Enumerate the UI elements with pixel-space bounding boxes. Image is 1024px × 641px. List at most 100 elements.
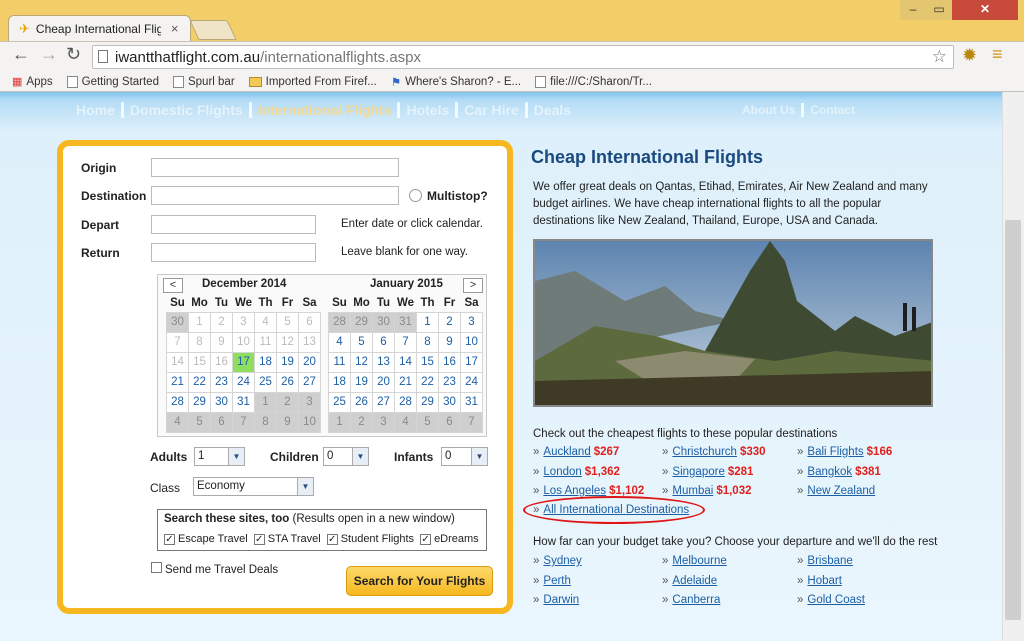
maximize-icon[interactable]: ▭ <box>926 0 952 20</box>
calendar-day[interactable]: 29 <box>416 391 439 413</box>
calendar-day[interactable]: 10 <box>460 331 483 353</box>
destination-link[interactable]: » New Zealand <box>797 485 875 497</box>
calendar-day[interactable]: 9 <box>210 331 233 353</box>
close-window-icon[interactable]: ✕ <box>952 0 1018 20</box>
calendar-day[interactable]: 8 <box>188 331 211 353</box>
calendar-day[interactable]: 16 <box>210 351 233 373</box>
bookmark-wheres-sharon[interactable]: ⚑ Where's Sharon? - E... <box>391 75 521 89</box>
bookmark-apps[interactable]: ▦ Apps <box>12 75 53 89</box>
site-option-edreams[interactable]: ✓ eDreams <box>420 533 479 545</box>
calendar-day[interactable]: 18 <box>328 371 351 393</box>
calendar-day[interactable]: 20 <box>372 371 395 393</box>
calendar-day[interactable]: 15 <box>416 351 439 373</box>
destination-link[interactable]: » Christchurch $330 <box>662 446 766 458</box>
site-option-escape-travel[interactable]: ✓ Escape Travel <box>164 533 248 545</box>
reload-icon[interactable]: ↻ <box>66 44 81 65</box>
calendar-day[interactable]: 24 <box>232 371 255 393</box>
calendar-day[interactable]: 13 <box>372 351 395 373</box>
browser-tab[interactable]: ✈ Cheap International Flight × <box>8 15 191 41</box>
departure-link[interactable]: » Sydney <box>533 555 582 567</box>
destination-link[interactable]: » Mumbai $1,032 <box>662 485 752 497</box>
bookmark-imported[interactable]: Imported From Firef... <box>248 76 377 88</box>
calendar-day[interactable]: 17 <box>460 351 483 373</box>
calendar-day[interactable]: 6 <box>298 311 321 333</box>
calendar-day[interactable]: 19 <box>276 351 299 373</box>
calendar-day[interactable]: 26 <box>276 371 299 393</box>
calendar-day[interactable]: 3 <box>232 311 255 333</box>
nav-home[interactable]: Home <box>70 102 124 118</box>
calendar-day[interactable]: 4 <box>328 331 351 353</box>
calendar-day[interactable]: 22 <box>188 371 211 393</box>
calendar-next-button[interactable]: > <box>463 278 483 293</box>
children-select[interactable]: 0 ▼ <box>323 447 369 466</box>
calendar-day[interactable]: 18 <box>254 351 277 373</box>
calendar-day[interactable]: 3 <box>460 311 483 333</box>
multistop-radio[interactable] <box>409 189 422 202</box>
minimize-icon[interactable]: – <box>900 0 926 20</box>
departure-link[interactable]: » Gold Coast <box>797 594 865 606</box>
calendar-day[interactable]: 17 <box>232 351 255 373</box>
travel-deals-option[interactable]: Send me Travel Deals <box>151 562 278 576</box>
nav-hotels[interactable]: Hotels <box>400 102 459 118</box>
calendar-day[interactable]: 31 <box>232 391 255 413</box>
nav-about-us[interactable]: About Us <box>736 103 805 117</box>
departure-link[interactable]: » Adelaide <box>662 575 717 587</box>
calendar-day[interactable]: 4 <box>254 311 277 333</box>
calendar-day[interactable]: 13 <box>298 331 321 353</box>
calendar-day[interactable]: 28 <box>166 391 189 413</box>
forward-arrow-icon[interactable]: → <box>40 44 58 65</box>
calendar-day[interactable]: 1 <box>188 311 211 333</box>
calendar-day[interactable]: 14 <box>394 351 417 373</box>
nav-domestic-flights[interactable]: Domestic Flights <box>124 102 252 118</box>
calendar-day[interactable]: 21 <box>166 371 189 393</box>
calendar-day[interactable]: 5 <box>276 311 299 333</box>
departure-link[interactable]: » Canberra <box>662 594 720 606</box>
calendar-day[interactable]: 23 <box>438 371 461 393</box>
calendar-day[interactable]: 2 <box>438 311 461 333</box>
calendar-day[interactable]: 21 <box>394 371 417 393</box>
calendar-day[interactable]: 2 <box>210 311 233 333</box>
nav-deals[interactable]: Deals <box>528 102 577 118</box>
back-arrow-icon[interactable]: ← <box>12 44 30 65</box>
calendar-day[interactable]: 30 <box>210 391 233 413</box>
bookmark-spurl-bar[interactable]: Spurl bar <box>172 75 235 88</box>
calendar-day[interactable]: 28 <box>394 391 417 413</box>
calendar-day[interactable]: 8 <box>416 331 439 353</box>
calendar-day[interactable]: 11 <box>328 351 351 373</box>
scrollbar-thumb[interactable] <box>1005 220 1021 620</box>
destination-link[interactable]: » Singapore $281 <box>662 466 753 478</box>
destination-link[interactable]: » Bangkok $381 <box>797 466 881 478</box>
calendar-day[interactable]: 7 <box>166 331 189 353</box>
site-option-student-flights[interactable]: ✓ Student Flights <box>326 533 414 545</box>
calendar-day[interactable]: 19 <box>350 371 373 393</box>
calendar-day[interactable]: 12 <box>350 351 373 373</box>
calendar-day[interactable]: 14 <box>166 351 189 373</box>
calendar-day[interactable]: 11 <box>254 331 277 353</box>
departure-link[interactable]: » Melbourne <box>662 555 727 567</box>
calendar-day[interactable]: 16 <box>438 351 461 373</box>
departure-link[interactable]: » Hobart <box>797 575 842 587</box>
calendar-day[interactable]: 9 <box>438 331 461 353</box>
destination-link[interactable]: » Bali Flights $166 <box>797 446 892 458</box>
search-flights-button[interactable]: Search for Your Flights <box>346 566 493 596</box>
calendar-day[interactable]: 7 <box>394 331 417 353</box>
destination-link[interactable]: » London $1,362 <box>533 466 620 478</box>
bookmark-getting-started[interactable]: Getting Started <box>66 75 159 88</box>
calendar-day[interactable]: 23 <box>210 371 233 393</box>
infants-select[interactable]: 0 ▼ <box>441 447 488 466</box>
calendar-day[interactable]: 27 <box>298 371 321 393</box>
nav-contact[interactable]: Contact <box>804 103 861 117</box>
calendar-day[interactable]: 25 <box>328 391 351 413</box>
calendar-day[interactable]: 24 <box>460 371 483 393</box>
calendar-day[interactable]: 6 <box>372 331 395 353</box>
calendar-day[interactable]: 25 <box>254 371 277 393</box>
calendar-day[interactable]: 15 <box>188 351 211 373</box>
calendar-day[interactable]: 10 <box>232 331 255 353</box>
nav-international-flights[interactable]: International Flights <box>252 102 401 118</box>
calendar-day[interactable]: 31 <box>460 391 483 413</box>
departure-link[interactable]: » Perth <box>533 575 571 587</box>
calendar-day[interactable]: 20 <box>298 351 321 373</box>
bookmark-star-icon[interactable]: ☆ <box>932 47 947 67</box>
depart-date-input[interactable] <box>151 215 316 234</box>
calendar-day[interactable]: 5 <box>350 331 373 353</box>
